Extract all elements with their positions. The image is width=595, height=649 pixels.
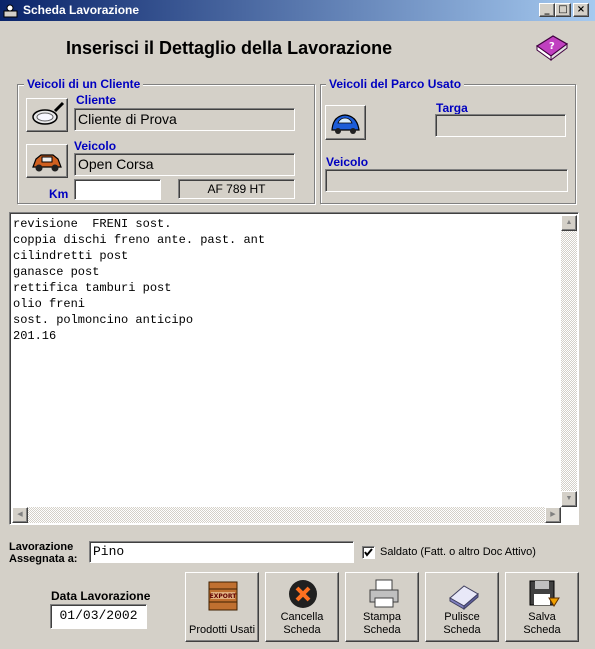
data-lavorazione-field[interactable]: 01/03/2002 <box>50 604 147 629</box>
search-veicolo-button[interactable] <box>26 144 68 178</box>
cliente-group-label: Veicoli di un Cliente <box>24 77 144 91</box>
veicolo-label: Veicolo <box>74 139 117 153</box>
targa-usato-field[interactable] <box>435 114 566 137</box>
stampa-scheda-button[interactable]: Stampa Scheda <box>345 572 419 642</box>
magnifier-icon <box>32 101 65 125</box>
page-title: Inserisci il Dettaglio della Lavorazione <box>66 38 393 58</box>
stampa-scheda-label: Stampa Scheda <box>363 611 401 636</box>
close-button[interactable]: × <box>573 3 589 17</box>
cancel-x-icon <box>289 580 317 608</box>
minimize-button[interactable]: _ <box>539 3 555 17</box>
eraser-icon <box>449 585 479 610</box>
targa-cliente-field: AF 789 HT <box>178 179 295 199</box>
car-icon <box>32 154 62 172</box>
printer-icon <box>369 579 399 608</box>
app-icon <box>3 4 18 18</box>
prodotti-usati-label: Prodotti Usati <box>188 624 256 636</box>
prodotti-usati-button[interactable]: EXPORT Prodotti Usati <box>185 572 259 642</box>
vertical-scrollbar[interactable]: ▲ ▼ <box>561 215 577 507</box>
targa-usato-label: Targa <box>436 101 468 115</box>
cliente-label: Cliente <box>76 93 117 107</box>
veicolo-usato-label: Veicolo <box>326 155 369 169</box>
window-title: Scheda Lavorazione <box>23 3 140 17</box>
veicolo-usato-field[interactable] <box>325 169 568 192</box>
usato-group-label: Veicoli del Parco Usato <box>326 77 465 91</box>
scroll-left-button[interactable]: ◀ <box>12 507 28 523</box>
cliente-field[interactable]: Cliente di Prova <box>74 108 295 131</box>
scroll-right-button[interactable]: ▶ <box>545 507 561 523</box>
search-usato-button[interactable] <box>325 105 366 140</box>
scroll-down-button[interactable]: ▼ <box>561 491 577 507</box>
km-label: Km <box>49 187 69 201</box>
svg-text:EXPORT: EXPORT <box>210 593 238 600</box>
assegnata-label: Lavorazione Assegnata a: <box>9 541 78 565</box>
scroll-up-button[interactable]: ▲ <box>561 215 577 231</box>
saldato-checkbox[interactable] <box>362 546 375 559</box>
saldato-label[interactable]: Saldato (Fatt. o altro Doc Attivo) <box>380 546 536 558</box>
maximize-button[interactable]: □ <box>555 3 571 17</box>
assegnata-field[interactable]: Pino <box>89 541 354 563</box>
floppy-save-icon <box>529 580 560 607</box>
km-field[interactable] <box>74 179 161 200</box>
memo-text[interactable]: revisione FRENI sost. coppia dischi fren… <box>10 213 578 347</box>
check-icon <box>364 548 373 557</box>
pulisce-scheda-button[interactable]: Pulisce Scheda <box>425 572 499 642</box>
data-lavorazione-label: Data Lavorazione <box>51 589 151 603</box>
horizontal-scrollbar[interactable]: ◀ ▶ <box>12 507 561 523</box>
search-cliente-button[interactable] <box>26 98 68 132</box>
salva-scheda-button[interactable]: Salva Scheda <box>505 572 579 642</box>
svg-text:?: ? <box>549 41 555 52</box>
beetle-car-icon <box>331 114 360 134</box>
help-book-icon[interactable]: ? <box>533 32 571 64</box>
salva-scheda-label: Salva Scheda <box>523 611 561 636</box>
memo-box[interactable]: revisione FRENI sost. coppia dischi fren… <box>9 212 579 525</box>
window-titlebar[interactable]: Scheda Lavorazione _ □ × <box>0 0 595 21</box>
export-crate-icon: EXPORT <box>208 581 238 611</box>
veicolo-field[interactable]: Open Corsa <box>74 153 295 176</box>
cancella-scheda-button[interactable]: Cancella Scheda <box>265 572 339 642</box>
cancella-scheda-label: Cancella Scheda <box>280 611 324 636</box>
pulisce-scheda-label: Pulisce Scheda <box>443 611 481 636</box>
